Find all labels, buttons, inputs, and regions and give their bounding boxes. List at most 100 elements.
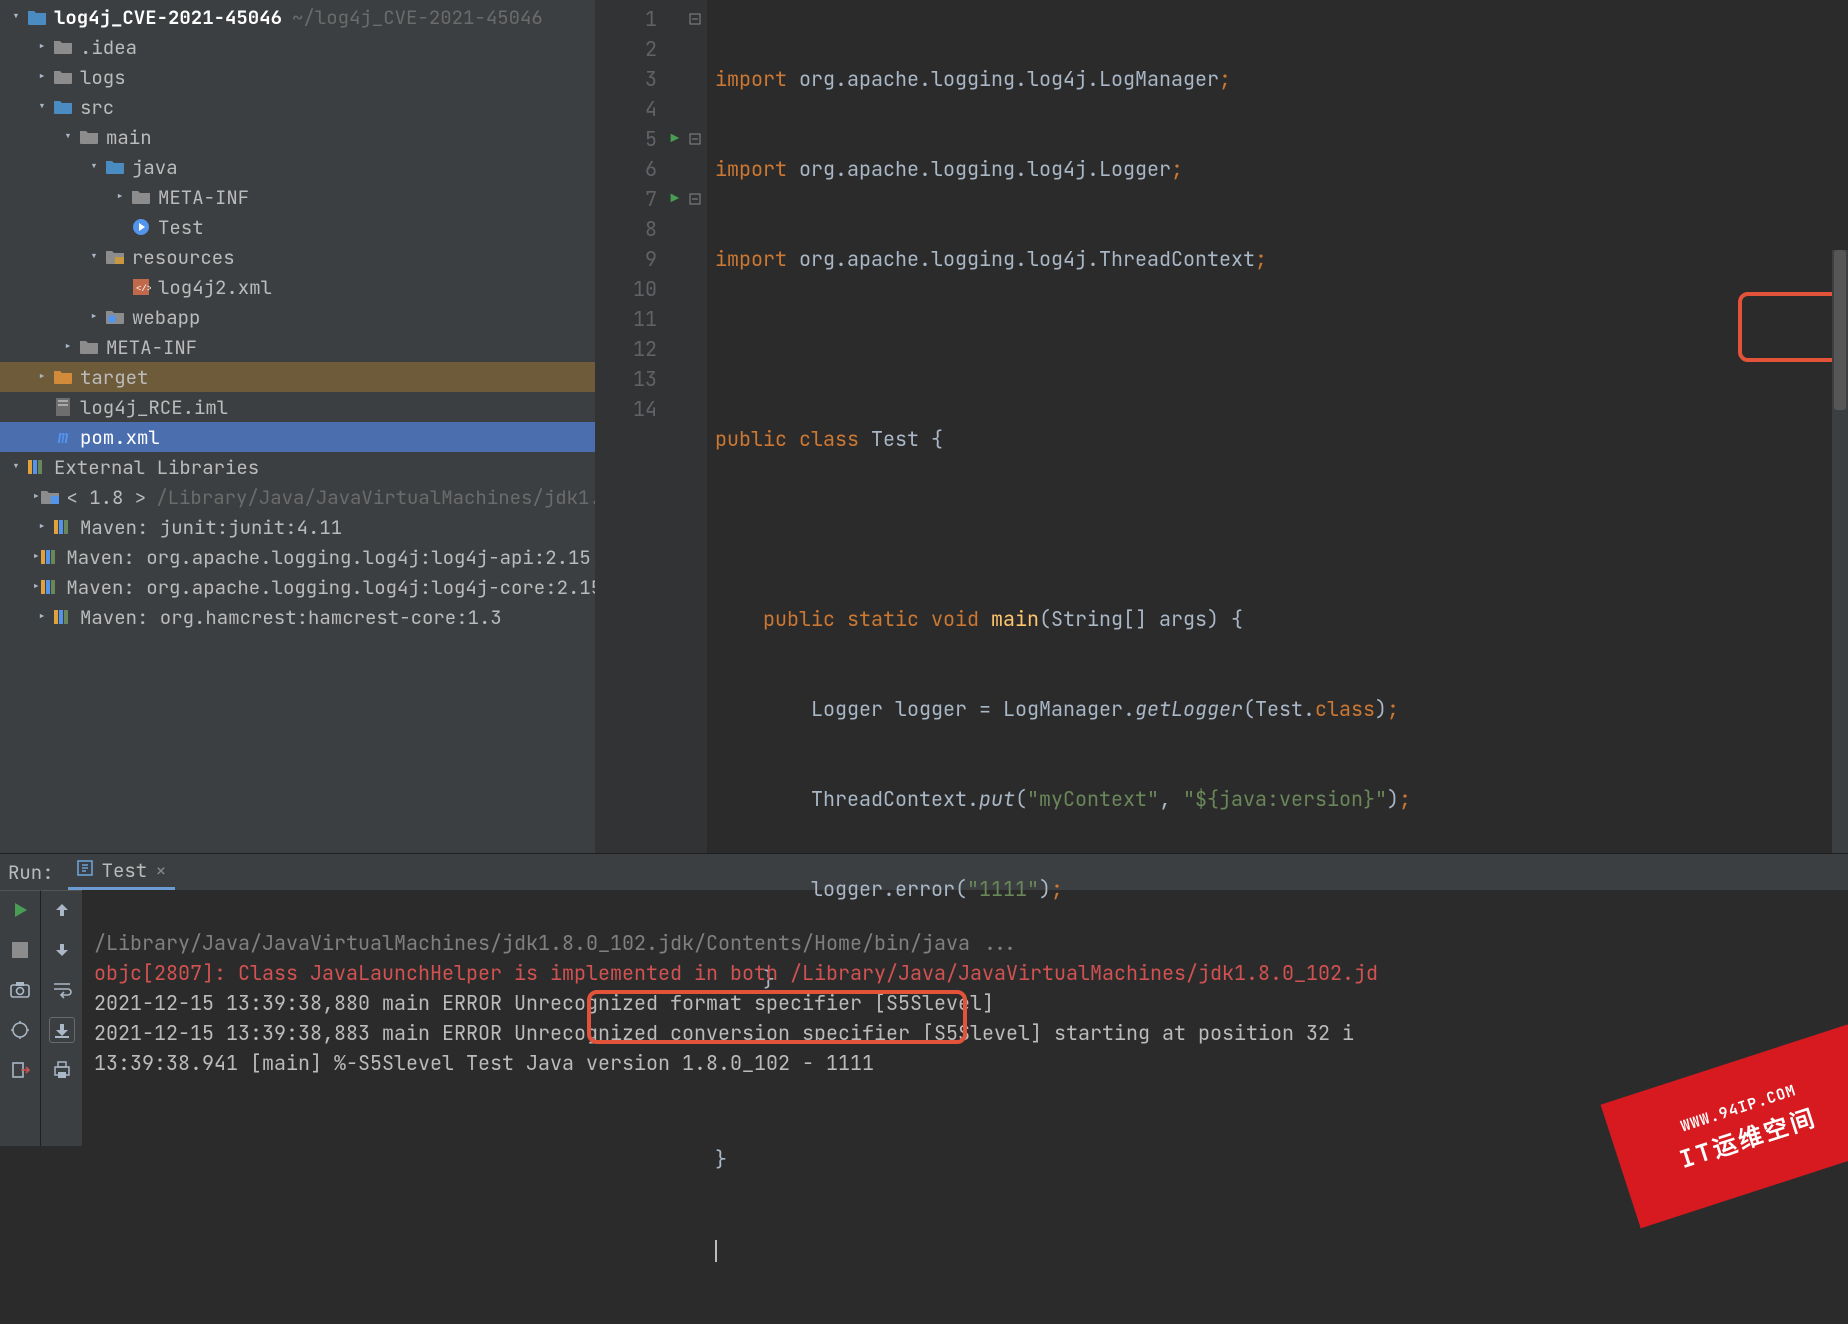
soft-wrap-icon[interactable] [49,977,75,1003]
run-icon [130,216,152,238]
run-tab-test[interactable]: Test × [68,854,175,890]
editor-scrollbar[interactable] [1832,250,1848,853]
print-icon[interactable] [49,1057,75,1083]
stop-icon[interactable] [7,937,33,963]
tree-item[interactable]: main [0,122,595,152]
tree-item[interactable]: target [0,362,595,392]
tree-item[interactable]: src [0,92,595,122]
tree-root-path: ~/log4j_CVE-2021-45046 [292,5,543,30]
fold-handle[interactable] [683,34,707,64]
debug-icon[interactable] [7,1017,33,1043]
code-editor[interactable]: 1234567891011121314 import org.apache.lo… [595,0,1848,853]
chevron-icon [32,38,52,56]
line-number[interactable]: 9 [595,244,683,274]
fold-handle[interactable] [683,154,707,184]
library-icon [40,546,60,568]
tree-lib-item[interactable]: Maven: org.apache.logging.log4j:log4j-ap… [0,542,595,572]
fold-handle[interactable] [683,394,707,424]
folder-blue-icon [52,96,74,118]
editor-code[interactable]: import org.apache.logging.log4j.LogManag… [707,0,1848,853]
run-console[interactable]: /Library/Java/JavaVirtualMachines/jdk1.8… [82,890,1848,1146]
tree-item[interactable]: log4j_RCE.iml [0,392,595,422]
tree-item-label: src [80,95,114,120]
close-icon[interactable]: × [155,858,166,883]
maven-icon: m [52,426,74,448]
lib-label: < 1.8 > [66,485,146,510]
tree-item[interactable]: resources [0,242,595,272]
lib-hint: /Library/Java/JavaVirtualMachines/jdk1.8… [156,485,595,510]
tree-item[interactable]: .idea [0,32,595,62]
line-number[interactable]: 12 [595,334,683,364]
down-icon[interactable] [49,937,75,963]
tree-item[interactable]: META-INF [0,332,595,362]
chevron-icon [32,368,52,386]
tree-item-label: resources [132,245,235,270]
tree-item[interactable]: Test [0,212,595,242]
tree-lib-item[interactable]: Maven: junit:junit:4.11 [0,512,595,542]
exit-icon[interactable] [7,1057,33,1083]
fold-handle[interactable] [683,124,707,154]
tree-item[interactable]: java [0,152,595,182]
fold-handle[interactable] [683,364,707,394]
tree-external-libs[interactable]: External Libraries [0,452,595,482]
console-line: /Library/Java/JavaVirtualMachines/jdk1.8… [94,930,1018,956]
line-number[interactable]: 10 [595,274,683,304]
editor-fold-gutter[interactable] [683,0,707,853]
run-tab-label: Test [102,858,148,883]
run-toolbar-left [0,890,40,1146]
line-number[interactable]: 7 [595,184,683,214]
library-icon [52,516,74,538]
tree-lib-item[interactable]: Maven: org.apache.logging.log4j:log4j-co… [0,572,595,602]
lib-label: Maven: junit:junit:4.11 [80,515,342,540]
fold-handle[interactable] [683,334,707,364]
rerun-icon[interactable] [7,897,33,923]
chevron-right-icon [32,548,40,566]
line-number[interactable]: 13 [595,364,683,394]
fold-handle[interactable] [683,184,707,214]
tree-root-label: log4j_CVE-2021-45046 [54,5,282,30]
tree-item[interactable]: </>log4j2.xml [0,272,595,302]
fold-handle[interactable] [683,244,707,274]
tree-item[interactable]: mpom.xml [0,422,595,452]
line-number[interactable]: 4 [595,94,683,124]
chevron-icon [110,188,130,206]
tree-item[interactable]: webapp [0,302,595,332]
tree-item-label: target [80,365,148,390]
fold-handle[interactable] [683,274,707,304]
chevron-right-icon [32,578,40,596]
tree-item[interactable]: META-INF [0,182,595,212]
editor-caret [715,1240,717,1262]
fold-handle[interactable] [683,304,707,334]
fold-handle[interactable] [683,64,707,94]
line-number[interactable]: 8 [595,214,683,244]
project-tree[interactable]: log4j_CVE-2021-45046 ~/log4j_CVE-2021-45… [0,0,595,853]
chevron-icon [58,128,78,146]
library-icon [52,606,74,628]
chevron-icon [58,338,78,356]
tree-item[interactable]: logs [0,62,595,92]
line-number[interactable]: 14 [595,394,683,424]
line-number[interactable]: 1 [595,4,683,34]
tree-lib-item[interactable]: Maven: org.hamcrest:hamcrest-core:1.3 [0,602,595,632]
fold-handle[interactable] [683,214,707,244]
line-number[interactable]: 3 [595,64,683,94]
line-number[interactable]: 2 [595,34,683,64]
run-tool-window: Run: Test × /Library/Java/JavaVirtualMac… [0,853,1848,1138]
tree-root[interactable]: log4j_CVE-2021-45046 ~/log4j_CVE-2021-45… [0,2,595,32]
tree-lib-item[interactable]: < 1.8 > /Library/Java/JavaVirtualMachines… [0,482,595,512]
library-icon [40,576,60,598]
line-number[interactable]: 6 [595,154,683,184]
fold-handle[interactable] [683,4,707,34]
tree-item-label: main [106,125,152,150]
line-number[interactable]: 11 [595,304,683,334]
editor-gutter[interactable]: 1234567891011121314 [595,0,683,853]
chevron-right-icon [32,488,40,506]
camera-icon[interactable] [7,977,33,1003]
line-number[interactable]: 5 [595,124,683,154]
fold-handle[interactable] [683,94,707,124]
folder-icon [78,336,100,358]
scroll-end-icon[interactable] [49,1017,75,1043]
chevron-icon [32,98,52,116]
run-label: Run: [8,860,54,885]
up-icon[interactable] [49,897,75,923]
